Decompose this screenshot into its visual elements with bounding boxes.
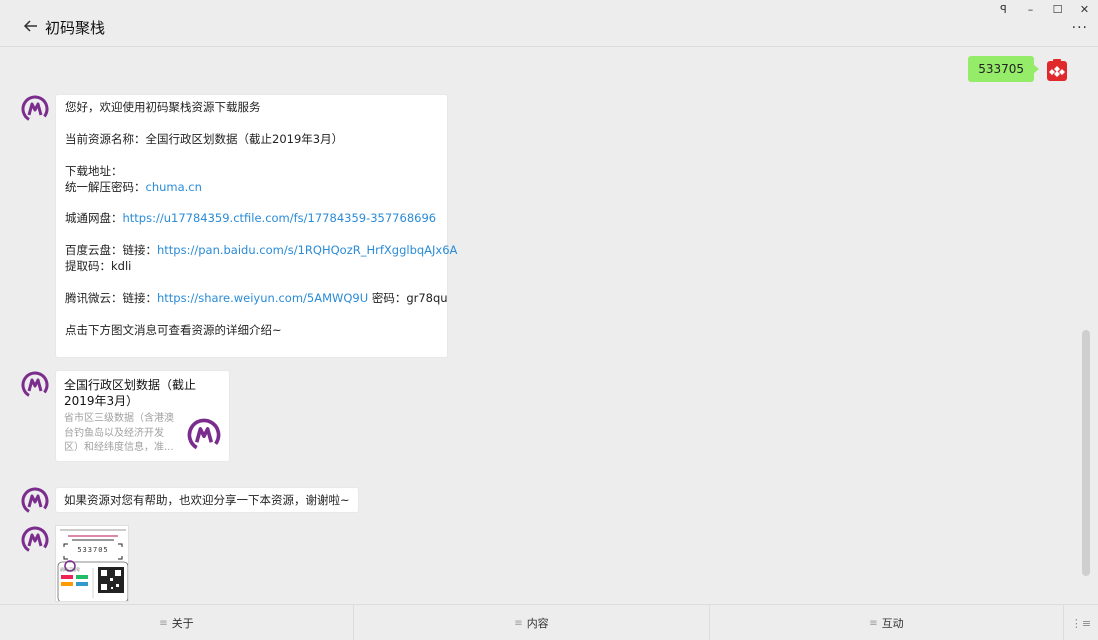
ctfile-label: 城通网盘： — [65, 211, 123, 226]
share-message-text: 如果资源对您有帮助，也欢迎分享一下本资源，谢谢啦~ — [64, 493, 350, 507]
menu-tab-label: 内容 — [526, 617, 549, 630]
minimize-button[interactable]: – — [1017, 0, 1044, 18]
menu-tab-label: 关于 — [171, 617, 194, 630]
pin-icon[interactable]: ꟼ — [990, 0, 1017, 18]
baidu-link[interactable]: https://pan.baidu.com/s/1RQHQozR_HrfXggl… — [157, 243, 457, 257]
menu-tab-about[interactable]: ≡ 关于 — [0, 605, 354, 640]
article-title: 全国行政区划数据（截止2019年3月） — [64, 378, 197, 408]
unzip-password-link[interactable]: chuma.cn — [146, 180, 202, 194]
sent-message-text: 533705 — [978, 62, 1024, 76]
welcome-greeting: 您好，欢迎使用初码聚栈资源下载服务 — [65, 100, 261, 114]
chat-scrollbar[interactable] — [1082, 330, 1090, 576]
weiyun-label: 腾讯微云：链接： — [65, 290, 157, 305]
menu-icon: ≡ — [159, 617, 168, 629]
baidu-label: 百度云盘：链接： — [65, 243, 157, 258]
menu-tab-interact[interactable]: ≡ 互动 — [710, 605, 1064, 640]
more-options-icon[interactable]: ··· — [1072, 20, 1088, 36]
menu-icon: ≡ — [514, 617, 523, 629]
maximize-button[interactable]: ☐ — [1044, 0, 1071, 18]
welcome-footer: 点击下方图文消息可查看资源的详细介绍~ — [65, 322, 282, 337]
close-button[interactable]: ✕ — [1071, 0, 1098, 18]
weiyun-link[interactable]: https://share.weiyun.com/5AMWQ9U — [157, 291, 368, 305]
share-message-bubble[interactable]: 如果资源对您有帮助，也欢迎分享一下本资源，谢谢啦~ — [55, 487, 359, 513]
baidu-code: 提取码：kdli — [65, 259, 132, 273]
sent-message-bubble[interactable]: 533705 — [968, 56, 1039, 82]
bottom-menu-bar: ≡ 关于 ≡ 内容 ≡ 互动 ⋮≡ — [0, 604, 1098, 640]
unzip-label: 统一解压密码： — [65, 179, 146, 194]
poster-image[interactable]: 533705 初码订阅号 — [55, 525, 129, 602]
keyboard-toggle-icon[interactable]: ⋮≡ — [1064, 605, 1098, 640]
article-description: 省市区三级数据（含港澳台钓鱼岛以及经济开发区）和经纬度信息，准... — [64, 413, 174, 453]
article-card[interactable]: 全国行政区划数据（截止2019年3月） 省市区三级数据（含港澳台钓鱼岛以及经济开… — [55, 370, 230, 462]
menu-tab-label: 互动 — [881, 617, 904, 630]
window-controls: ꟼ – ☐ ✕ — [990, 0, 1098, 18]
bot-avatar[interactable] — [21, 95, 49, 123]
my-avatar[interactable] — [1046, 58, 1068, 82]
bot-avatar[interactable] — [21, 487, 49, 515]
poster-caption: 初码订阅号 — [60, 567, 80, 572]
article-thumbnail-logo — [187, 418, 221, 452]
poster-code: 533705 — [77, 546, 109, 554]
bot-avatar[interactable] — [21, 371, 49, 399]
resource-name: 当前资源名称：全国行政区划数据（截止2019年3月） — [65, 131, 344, 146]
page-title: 初码聚栈 — [45, 19, 106, 37]
welcome-message-bubble[interactable]: 您好，欢迎使用初码聚栈资源下载服务 当前资源名称：全国行政区划数据（截止2019… — [55, 94, 457, 358]
download-heading: 下载地址： — [65, 163, 123, 178]
ctfile-link[interactable]: https://u17784359.ctfile.com/fs/17784359… — [123, 211, 437, 225]
weiyun-code: 密码：gr78qu — [368, 290, 448, 305]
menu-icon: ≡ — [869, 617, 878, 629]
chat-header: 初码聚栈 ··· — [0, 0, 1098, 47]
back-arrow-icon[interactable] — [22, 17, 40, 35]
poster-artwork — [56, 526, 128, 601]
chat-message-list[interactable]: 533705 您好，欢迎使用初码聚栈资源下载服务 当前资源名称：全国行政区划数据… — [0, 48, 1090, 604]
menu-tab-content[interactable]: ≡ 内容 — [354, 605, 710, 640]
bot-avatar[interactable] — [21, 526, 49, 554]
